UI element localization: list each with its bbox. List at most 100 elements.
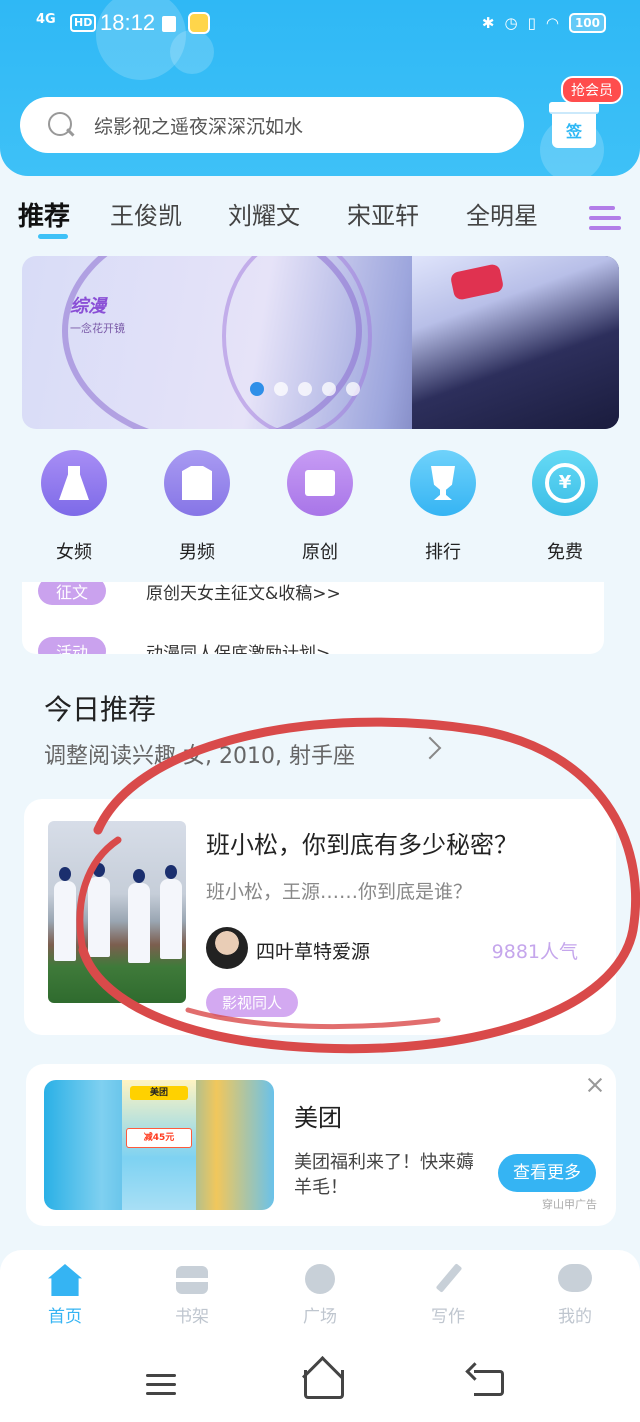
- status-bar: 4G HD 18:12 ✱ ◷ ▯ ◠ 100: [0, 0, 640, 52]
- menu-line: [589, 216, 621, 220]
- genre-tag[interactable]: 影视同人: [206, 988, 299, 1017]
- popularity-count: 9881人气: [491, 941, 578, 963]
- category-original[interactable]: 原创: [270, 450, 370, 564]
- bookshelf-icon: [173, 1264, 211, 1296]
- plaza-icon: [301, 1264, 339, 1296]
- recommended-book-card[interactable]: 班小松，你到底有多少秘密？ 班小松，王源……你到底是谁？ 四叶草特爱源 9881…: [24, 799, 616, 1035]
- banner-dot[interactable]: [274, 382, 288, 396]
- ad-view-more-button[interactable]: 查看更多: [498, 1154, 596, 1192]
- menu-line: [146, 1374, 176, 1377]
- cover-figure: [54, 867, 76, 961]
- battery-icon: 100: [568, 13, 606, 33]
- ad-source-label: 穿山甲广告: [542, 1198, 597, 1211]
- book-title: 班小松，你到底有多少秘密？: [206, 831, 518, 859]
- shirt-glyph: [182, 466, 212, 500]
- notice-item[interactable]: 征文 原创天女主征文&收稿>>: [38, 582, 341, 606]
- nav-plaza[interactable]: 广场: [280, 1264, 360, 1327]
- menu-line: [146, 1392, 176, 1395]
- category-shortcuts: 女频 男频 原创 排行 ¥ 免费: [0, 450, 640, 580]
- sign-in-label: 签: [565, 122, 582, 141]
- home-button-icon[interactable]: [300, 1368, 344, 1399]
- close-icon[interactable]: [584, 1074, 606, 1096]
- pen-icon: [429, 1263, 467, 1296]
- ad-product-image: 美团 减45元: [122, 1080, 196, 1210]
- banner-decoration: [222, 256, 372, 429]
- menu-line: [146, 1383, 176, 1386]
- system-navigation-bar: [0, 1350, 640, 1422]
- ad-promo-note: 减45元: [126, 1128, 192, 1148]
- tab-wang-junkai[interactable]: 王俊凯: [110, 196, 182, 231]
- nav-home[interactable]: 首页: [25, 1264, 105, 1327]
- pen-glyph: [435, 1263, 463, 1293]
- tab-liu-yaowen[interactable]: 刘耀文: [228, 196, 300, 231]
- notice-text: 动漫同人保底激励计划>: [146, 643, 331, 655]
- coin-icon: ¥: [532, 450, 598, 516]
- notice-text: 原创天女主征文&收稿>>: [146, 583, 341, 604]
- category-male[interactable]: 男频: [147, 450, 247, 564]
- category-tabs: 推荐 王俊凯 刘耀文 宋亚轩 全明星: [0, 190, 640, 246]
- back-icon[interactable]: [474, 1370, 504, 1396]
- wifi-icon: ◠: [545, 14, 559, 32]
- tab-all-stars[interactable]: 全明星: [466, 196, 538, 231]
- status-time: 18:12: [100, 10, 156, 35]
- nav-label: 我的: [558, 1307, 592, 1327]
- hd-indicator: HD: [70, 14, 97, 32]
- category-ranking[interactable]: 排行: [393, 450, 493, 564]
- app-header: 4G HD 18:12 ✱ ◷ ▯ ◠ 100 综影视之遥夜深深沉如水 签: [0, 0, 640, 176]
- category-female[interactable]: 女频: [24, 450, 124, 564]
- section-title: 今日推荐: [44, 693, 157, 726]
- nav-bookshelf[interactable]: 书架: [152, 1264, 232, 1327]
- banner-dot[interactable]: [346, 382, 360, 396]
- book-description: 班小松，王源……你到底是谁？: [206, 881, 473, 903]
- category-label: 原创: [302, 542, 338, 563]
- book-icon: [287, 450, 353, 516]
- notice-item[interactable]: 活动 动漫同人保底激励计划>: [38, 636, 330, 654]
- promo-banner[interactable]: 综漫 一念花开镜: [22, 256, 619, 429]
- signal-indicator: 4G: [36, 12, 56, 27]
- search-bar[interactable]: 综影视之遥夜深深沉如水: [20, 97, 524, 153]
- home-glyph: [48, 1264, 82, 1296]
- tab-song-yaxuan[interactable]: 宋亚轩: [347, 196, 419, 231]
- category-label: 男频: [179, 542, 215, 563]
- ad-card[interactable]: 美团 减45元 美团 美团福利来了！快来薅羊毛！ 查看更多 穿山甲广告: [26, 1064, 616, 1226]
- vibrate-icon: ▯: [527, 14, 536, 32]
- reading-interest-link[interactable]: 调整阅读兴趣 女, 2010, 射手座: [44, 738, 355, 770]
- menu-line: [589, 226, 621, 230]
- banner-brand: 综漫: [70, 296, 106, 317]
- ad-brand-tag: 美团: [130, 1086, 188, 1100]
- nav-label: 首页: [48, 1307, 82, 1327]
- nav-write[interactable]: 写作: [408, 1263, 488, 1327]
- nav-mine[interactable]: 我的: [535, 1264, 615, 1327]
- nav-label: 广场: [303, 1307, 337, 1327]
- book-cover-image: [48, 821, 186, 1003]
- vip-badge[interactable]: 抢会员: [561, 76, 623, 104]
- category-label: 免费: [547, 542, 583, 563]
- banner-dot[interactable]: [322, 382, 336, 396]
- cover-figure: [160, 865, 182, 959]
- tab-recommend[interactable]: 推荐: [18, 196, 70, 233]
- cover-figure: [128, 869, 150, 963]
- banner-dot[interactable]: [298, 382, 312, 396]
- recent-apps-icon[interactable]: [146, 1372, 176, 1396]
- cover-figure: [88, 863, 110, 957]
- author-name: 四叶草特爱源: [256, 941, 371, 963]
- sign-in-gift-button[interactable]: 签: [549, 102, 599, 148]
- ad-image: 美团 减45元: [44, 1080, 274, 1210]
- search-icon: [46, 110, 76, 140]
- chat-icon: [556, 1264, 594, 1296]
- tab-menu-icon[interactable]: [589, 204, 621, 232]
- ad-title: 美团: [294, 1104, 342, 1132]
- notice-tag: 征文: [38, 582, 107, 605]
- chevron-right-icon[interactable]: [418, 736, 442, 760]
- bottom-navigation: 首页 书架 广场 写作 我的: [0, 1250, 640, 1350]
- banner-pagination: [250, 382, 360, 396]
- bluetooth-icon: ✱: [481, 14, 495, 32]
- notification-icon: [162, 16, 176, 32]
- banner-subtitle: 一念花开镜: [70, 322, 125, 335]
- category-free[interactable]: ¥ 免费: [515, 450, 615, 564]
- app-notification-icon: [188, 12, 210, 34]
- trophy-glyph: [431, 466, 455, 500]
- chat-glyph: [558, 1264, 592, 1292]
- menu-line: [589, 206, 615, 210]
- banner-dot[interactable]: [250, 382, 264, 396]
